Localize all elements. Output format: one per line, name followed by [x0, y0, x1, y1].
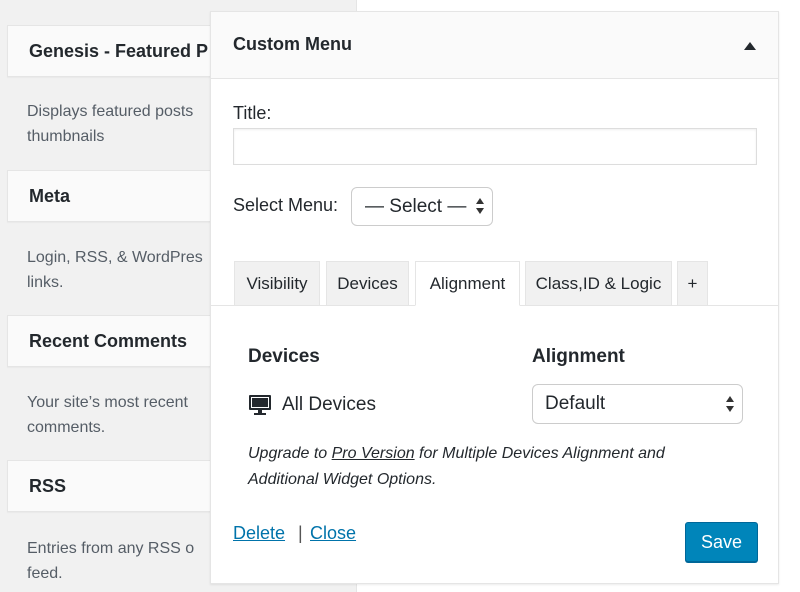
select-arrows-icon: [726, 396, 735, 414]
widget-genesis-featured-desc: Displays featured posts thumbnails: [27, 99, 217, 149]
widget-rss-desc: Entries from any RSS o feed.: [27, 536, 217, 586]
widget-header[interactable]: Custom Menu: [211, 12, 778, 79]
title-label: Title:: [233, 103, 272, 123]
tab-add[interactable]: +: [677, 261, 708, 306]
devices-heading: Devices: [248, 346, 320, 367]
title-input[interactable]: [233, 128, 757, 165]
alignment-value: Default: [545, 393, 606, 414]
select-menu-dropdown[interactable]: — Select —: [351, 187, 493, 226]
desktop-monitor-icon: [249, 395, 271, 415]
widget-meta-desc: Login, RSS, & WordPres links.: [27, 245, 217, 295]
collapse-arrow-icon[interactable]: [744, 42, 756, 50]
link-separator: |: [298, 523, 303, 543]
desc-line: Your site’s most recent: [27, 394, 188, 411]
close-link[interactable]: Close: [310, 523, 356, 544]
desc-line: Login, RSS, & WordPres: [27, 249, 203, 266]
upgrade-notice: Upgrade to Pro Version for Multiple Devi…: [248, 441, 718, 493]
widget-title: Custom Menu: [233, 34, 352, 54]
desc-line: Entries from any RSS o: [27, 540, 195, 557]
desc-line: thumbnails: [27, 128, 105, 145]
widget-recent-comments-desc: Your site’s most recent comments.: [27, 390, 217, 440]
device-option-row: All Devices: [248, 392, 376, 418]
save-button[interactable]: Save: [685, 522, 758, 562]
select-menu-label: Select Menu:: [233, 195, 339, 215]
select-menu-value: — Select —: [365, 196, 467, 217]
desc-line: links.: [27, 274, 64, 291]
upgrade-prefix: Upgrade to: [248, 445, 332, 462]
desc-line: comments.: [27, 419, 106, 436]
desc-line: feed.: [27, 565, 63, 582]
device-option-label: All Devices: [282, 394, 376, 415]
tab-visibility[interactable]: Visibility: [234, 261, 320, 306]
alignment-heading: Alignment: [532, 346, 625, 367]
select-arrows-icon: [476, 198, 485, 216]
alignment-dropdown[interactable]: Default: [532, 384, 743, 424]
pro-version-link[interactable]: Pro Version: [332, 445, 415, 462]
tab-devices[interactable]: Devices: [326, 261, 409, 306]
delete-link[interactable]: Delete: [233, 523, 285, 544]
tab-alignment[interactable]: Alignment: [415, 261, 520, 306]
tab-class-id-logic[interactable]: Class,ID & Logic: [525, 261, 672, 306]
custom-menu-widget-panel: Custom Menu Title: Select Menu: — Select…: [210, 11, 779, 584]
desc-line: Displays featured posts: [27, 103, 194, 120]
